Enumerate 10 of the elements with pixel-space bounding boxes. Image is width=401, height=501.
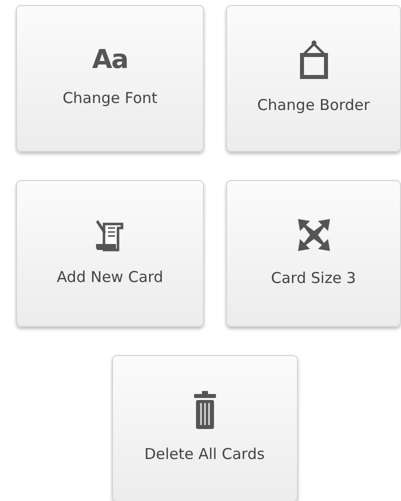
tool-button[interactable]: Change Border [226, 5, 401, 152]
expand-arrows-icon [296, 217, 332, 254]
scroll-pen-icon [94, 218, 126, 252]
font-glyph: Aa [92, 47, 128, 74]
tool-button[interactable]: Card Size 3 [226, 180, 401, 327]
tool-button[interactable]: Delete All Cards [112, 355, 298, 501]
picture-frame-icon [298, 40, 328, 80]
tool-button[interactable]: Add New Card [16, 180, 204, 327]
tool-button[interactable]: Aa Change Font [16, 5, 204, 152]
trash-can-icon [192, 391, 216, 430]
